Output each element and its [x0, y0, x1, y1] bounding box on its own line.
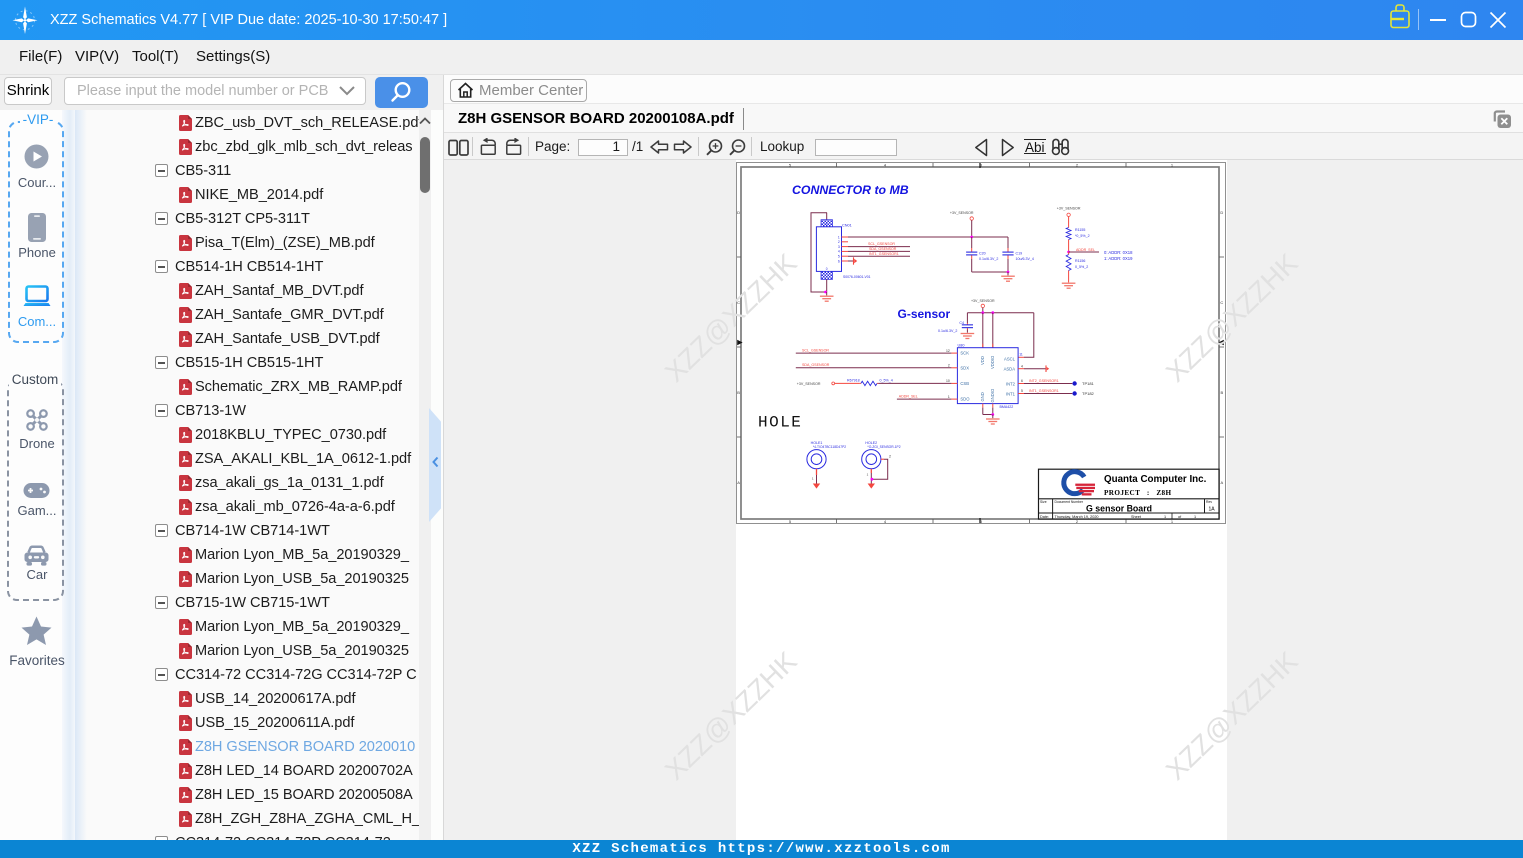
svg-text:1: 1 [826, 223, 828, 227]
svg-text:TP181: TP181 [1082, 381, 1095, 386]
svg-text:R1156: R1156 [1075, 259, 1085, 263]
svg-text:C19: C19 [1016, 252, 1023, 256]
svg-text:*4-TIO47BC118D47P2: *4-TIO47BC118D47P2 [813, 445, 846, 449]
svg-text:D: D [1220, 210, 1223, 215]
svg-text:G-sensor: G-sensor [898, 307, 951, 321]
svg-text:1: 1 [1164, 515, 1166, 519]
svg-text:10u/6.3V_4: 10u/6.3V_4 [1016, 257, 1034, 261]
svg-text:INT1_GSENSOR1: INT1_GSENSOR1 [1029, 389, 1059, 393]
svg-text:A: A [1220, 480, 1223, 485]
svg-text:*O-ZGI_SENSOR-1P2: *O-ZGI_SENSOR-1P2 [867, 445, 900, 449]
svg-text:SDO: SDO [960, 397, 970, 402]
svg-text:12: 12 [946, 349, 950, 353]
svg-text:HOLE2: HOLE2 [865, 441, 877, 445]
svg-text:1: 1 [948, 395, 950, 399]
svg-text:R1155: R1155 [1075, 228, 1085, 232]
svg-text:4: 4 [838, 250, 840, 254]
svg-text:VDD: VDD [980, 356, 985, 365]
svg-text:CSB: CSB [960, 381, 969, 386]
svg-text:G sensor Board: G sensor Board [1086, 504, 1152, 514]
svg-text:0: 0 [826, 267, 828, 271]
svg-text:*0_5%_2: *0_5%_2 [1075, 234, 1090, 238]
svg-text:11: 11 [1019, 353, 1023, 357]
svg-text:Size: Size [1040, 500, 1047, 504]
svg-text:6: 6 [1021, 379, 1023, 383]
svg-text:ASDA: ASDA [1004, 367, 1016, 372]
svg-text:1: 1 [1194, 515, 1196, 519]
svg-text:GND: GND [980, 392, 985, 401]
svg-text:C20: C20 [979, 252, 986, 256]
svg-text:SDA_GSENSOR: SDA_GSENSOR [869, 247, 897, 251]
svg-text:Rev: Rev [1206, 500, 1212, 504]
svg-text:ASCL: ASCL [1004, 357, 1016, 362]
svg-text:2: 2 [948, 364, 950, 368]
svg-text:SCK: SCK [960, 351, 969, 356]
svg-text:Thursday, March 19, 2020: Thursday, March 19, 2020 [1055, 515, 1099, 519]
svg-text:0_5%_2: 0_5%_2 [1075, 265, 1088, 269]
svg-text:1: 1 [838, 235, 840, 239]
svg-text:1: ADDR: 0X19: 1: ADDR: 0X19 [1104, 256, 1133, 261]
svg-text:SDA_GSENSOR: SDA_GSENSOR [802, 363, 830, 367]
svg-text:ADDR_SEL: ADDR_SEL [899, 394, 918, 398]
svg-text:SCL_GSENSOR: SCL_GSENSOR [868, 242, 895, 246]
svg-text:SCL_GSENSOR: SCL_GSENSOR [802, 348, 829, 352]
svg-text:R67918: R67918 [847, 379, 860, 383]
svg-text:B: B [737, 390, 740, 395]
svg-text:HOLE1: HOLE1 [811, 441, 823, 445]
svg-text:+3V_SENSOR: +3V_SENSOR [1057, 207, 1081, 211]
svg-text:INT1_GSENSOR1: INT1_GSENSOR1 [869, 252, 899, 256]
svg-text:1A: 1A [1209, 507, 1216, 513]
svg-text:D: D [737, 210, 740, 215]
svg-text:2: 2 [889, 455, 891, 459]
svg-text:INT2_GSENSOR1: INT2_GSENSOR1 [1029, 379, 1059, 383]
svg-text:GNDIO: GNDIO [990, 388, 995, 402]
svg-text:PROJECT : Z8H: PROJECT : Z8H [1104, 489, 1172, 497]
svg-text:0.1u/6.3V_2: 0.1u/6.3V_2 [979, 257, 998, 261]
svg-text:5: 5 [1021, 389, 1023, 393]
svg-text:ADDR_SEL: ADDR_SEL [1076, 248, 1095, 252]
svg-text:Sheet: Sheet [1131, 515, 1142, 519]
svg-text:5: 5 [838, 255, 840, 259]
svg-text:0_5%_4: 0_5%_4 [880, 379, 893, 383]
svg-text:HOLE: HOLE [758, 414, 802, 432]
svg-text:U80: U80 [958, 343, 965, 347]
svg-text:CN01: CN01 [842, 224, 852, 228]
svg-text:Date:: Date: [1040, 515, 1049, 519]
svg-text:0.1u/6.3V_2: 0.1u/6.3V_2 [938, 329, 957, 333]
svg-text:10: 10 [946, 379, 950, 383]
svg-text:B: B [1220, 390, 1223, 395]
svg-text:+3V_SENSOR: +3V_SENSOR [971, 299, 995, 303]
svg-text:SDX: SDX [960, 365, 969, 370]
svg-text:VDDIO: VDDIO [990, 355, 995, 369]
svg-text:TP182: TP182 [1082, 391, 1095, 396]
svg-text:+3V_SENSOR: +3V_SENSOR [797, 382, 821, 386]
svg-text:0: ADDR: 0X18: 0: ADDR: 0X18 [1104, 250, 1133, 255]
svg-text:S0076-00601-V01: S0076-00601-V01 [843, 275, 871, 279]
svg-text:2: 2 [838, 240, 840, 244]
svg-text:Quanta Computer Inc.: Quanta Computer Inc. [1104, 474, 1207, 485]
svg-text:+3V_SENSOR: +3V_SENSOR [950, 211, 974, 215]
svg-text:A: A [737, 480, 740, 485]
svg-text:4: 4 [1021, 364, 1023, 368]
svg-text:Document Number: Document Number [1055, 500, 1084, 504]
svg-text:INT2: INT2 [1006, 381, 1016, 386]
svg-text:C4: C4 [959, 321, 964, 325]
svg-text:INT1: INT1 [1006, 391, 1016, 396]
svg-text:6: 6 [838, 259, 840, 263]
svg-text:BMA422: BMA422 [1000, 405, 1014, 409]
svg-text:CONNECTOR to MB: CONNECTOR to MB [792, 183, 909, 197]
svg-text:3: 3 [838, 245, 840, 249]
